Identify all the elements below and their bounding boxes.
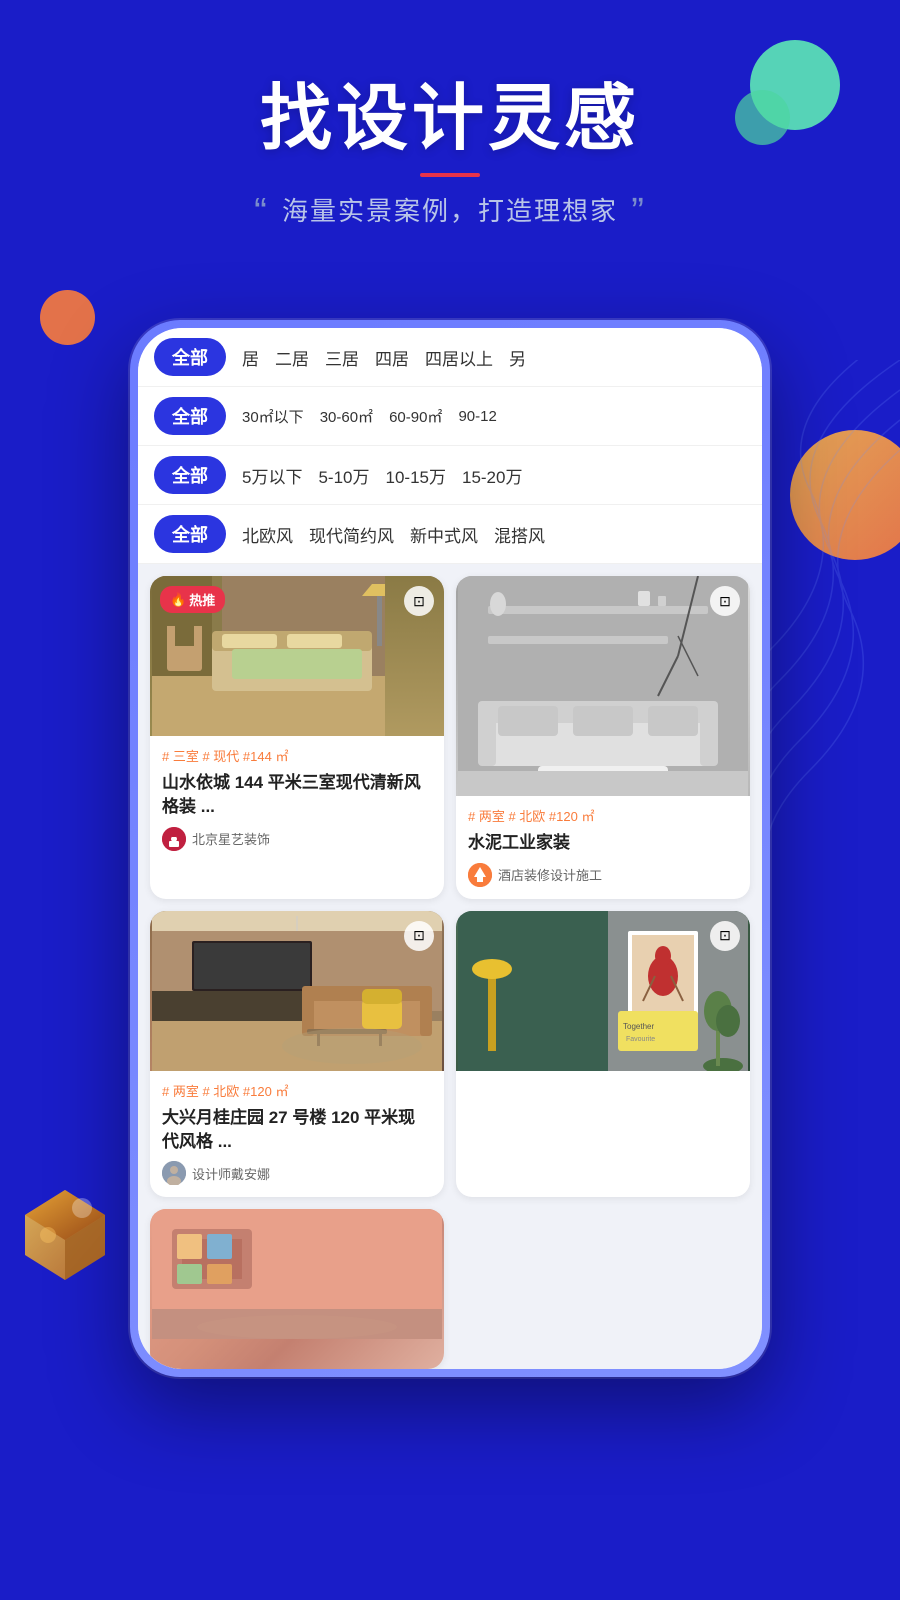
card-bedroom-body: # 三室 # 现代 #144 ㎡ 山水依城 144 平米三室现代清新风格装 ..…: [150, 736, 444, 863]
save-icon-card1[interactable]: ⊡: [404, 586, 434, 616]
quote-left: “: [254, 191, 269, 233]
card-gray-body: # 两室 # 北欧 #120 ㎡ 水泥工业家装 酒店装修设计施工: [456, 796, 750, 899]
phone-mockup: 全部 居 二居 三居 四居 四居以上 另 全部 30㎡以下 30-60㎡ 60-…: [130, 320, 770, 1377]
card-modern-title: 大兴月桂庄园 27 号楼 120 平米现代风格 ...: [162, 1106, 432, 1154]
author-avatar-person: [162, 1161, 186, 1185]
filter-style-all[interactable]: 全部: [154, 515, 226, 553]
filter-style-chinese[interactable]: 新中式风: [410, 522, 478, 547]
filter-area-all[interactable]: 全部: [154, 397, 226, 435]
subtitle: “ 海量实景案例，打造理想家 ”: [0, 191, 900, 234]
card-modern-body: # 两室 # 北欧 #120 ㎡ 大兴月桂庄园 27 号楼 120 平米现代风格…: [150, 1071, 444, 1198]
card-green-wall[interactable]: Together Favourite ⊡: [456, 911, 750, 1198]
filter-budget-10-15[interactable]: 10-15万: [386, 463, 446, 488]
filter-style-mix[interactable]: 混搭风: [494, 522, 545, 547]
card-gray-tags: # 两室 # 北欧 #120 ㎡: [468, 806, 738, 825]
cards-section: 🔥 热推 ⊡ # 三室 # 现代 #144 ㎡ 山水依城 144 平米三室现代清…: [138, 564, 762, 1369]
deco-3d-shape: [10, 1180, 120, 1290]
filter-row-rooms: 全部 居 二居 三居 四居 四居以上 另: [138, 328, 762, 387]
subtitle-text: 海量实景案例，打造理想家: [282, 196, 618, 226]
card-bedroom[interactable]: 🔥 热推 ⊡ # 三室 # 现代 #144 ㎡ 山水依城 144 平米三室现代清…: [150, 576, 444, 899]
card-gray-title: 水泥工业家装: [468, 831, 738, 855]
svg-text:Favourite: Favourite: [626, 1036, 655, 1043]
header: 找设计灵感 “ 海量实景案例，打造理想家 ”: [0, 0, 900, 274]
filter-area-90[interactable]: 90-12: [458, 408, 496, 425]
filter-rooms-all[interactable]: 全部: [154, 338, 226, 376]
card-kids-room[interactable]: [150, 1209, 444, 1369]
card-bedroom-author: 北京星艺装饰: [162, 827, 432, 851]
filter-budget-15-20[interactable]: 15-20万: [462, 463, 522, 488]
filter-row-area: 全部 30㎡以下 30-60㎡ 60-90㎡ 90-12: [138, 387, 762, 446]
card-modern-author-name: 设计师戴安娜: [192, 1164, 270, 1183]
svg-text:Together: Together: [623, 1022, 654, 1031]
bg-circle-orange: [40, 290, 95, 345]
card-bedroom-image: 🔥 热推 ⊡: [150, 576, 444, 736]
filter-rooms-1[interactable]: 居: [242, 345, 259, 370]
filter-rooms-3[interactable]: 三居: [325, 345, 359, 370]
filter-row-style: 全部 北欧风 现代简约风 新中式风 混搭风: [138, 505, 762, 564]
filter-rooms-4[interactable]: 四居: [375, 345, 409, 370]
filter-area-60-90[interactable]: 60-90㎡: [389, 406, 442, 427]
filter-rooms-more[interactable]: 另: [509, 345, 526, 370]
save-icon-card2[interactable]: ⊡: [710, 586, 740, 616]
title-underline: [420, 173, 480, 177]
filter-row-budget: 全部 5万以下 5-10万 10-15万 15-20万: [138, 446, 762, 505]
save-icon-card3[interactable]: ⊡: [404, 921, 434, 951]
hot-badge-label: 热推: [189, 590, 215, 609]
hot-fire-icon: 🔥: [170, 592, 186, 608]
card-green-image: Together Favourite ⊡: [456, 911, 750, 1071]
phone-outer: 全部 居 二居 三居 四居 四居以上 另 全部 30㎡以下 30-60㎡ 60-…: [130, 320, 770, 1377]
main-title: 找设计灵感: [0, 80, 900, 159]
card-gray-image: ⊡: [456, 576, 750, 796]
filter-section: 全部 居 二居 三居 四居 四居以上 另 全部 30㎡以下 30-60㎡ 60-…: [138, 328, 762, 564]
filter-budget-5[interactable]: 5万以下: [242, 463, 302, 488]
filter-area-30-60[interactable]: 30-60㎡: [320, 406, 373, 427]
card-modern-living[interactable]: ⊡ # 两室 # 北欧 #120 ㎡ 大兴月桂庄园 27 号楼 120 平米现代…: [150, 911, 444, 1198]
card-modern-tags: # 两室 # 北欧 #120 ㎡: [162, 1081, 432, 1100]
phone-inner: 全部 居 二居 三居 四居 四居以上 另 全部 30㎡以下 30-60㎡ 60-…: [138, 328, 762, 1369]
filter-style-nordic[interactable]: 北欧风: [242, 522, 293, 547]
quote-right: ”: [631, 191, 646, 233]
author-avatar-company2: [468, 863, 492, 887]
filter-style-modern[interactable]: 现代简约风: [309, 522, 394, 547]
card-bedroom-title: 山水依城 144 平米三室现代清新风格装 ...: [162, 771, 432, 819]
filter-budget-5-10[interactable]: 5-10万: [318, 463, 369, 488]
hot-badge: 🔥 热推: [160, 586, 225, 613]
card-bedroom-author-name: 北京星艺装饰: [192, 829, 270, 848]
filter-budget-all[interactable]: 全部: [154, 456, 226, 494]
filter-rooms-4plus[interactable]: 四居以上: [425, 345, 493, 370]
card-modern-author: 设计师戴安娜: [162, 1161, 432, 1185]
card-kids-image: [150, 1209, 444, 1369]
card-gray-author: 酒店装修设计施工: [468, 863, 738, 887]
card-gray-author-name: 酒店装修设计施工: [498, 865, 602, 884]
card-gray-living[interactable]: ⊡ # 两室 # 北欧 #120 ㎡ 水泥工业家装: [456, 576, 750, 899]
filter-area-30[interactable]: 30㎡以下: [242, 406, 304, 427]
filter-rooms-2[interactable]: 二居: [275, 345, 309, 370]
save-icon-card4[interactable]: ⊡: [710, 921, 740, 951]
author-avatar-company1: [162, 827, 186, 851]
card-modern-image: ⊡: [150, 911, 444, 1071]
card-bedroom-tags: # 三室 # 现代 #144 ㎡: [162, 746, 432, 765]
